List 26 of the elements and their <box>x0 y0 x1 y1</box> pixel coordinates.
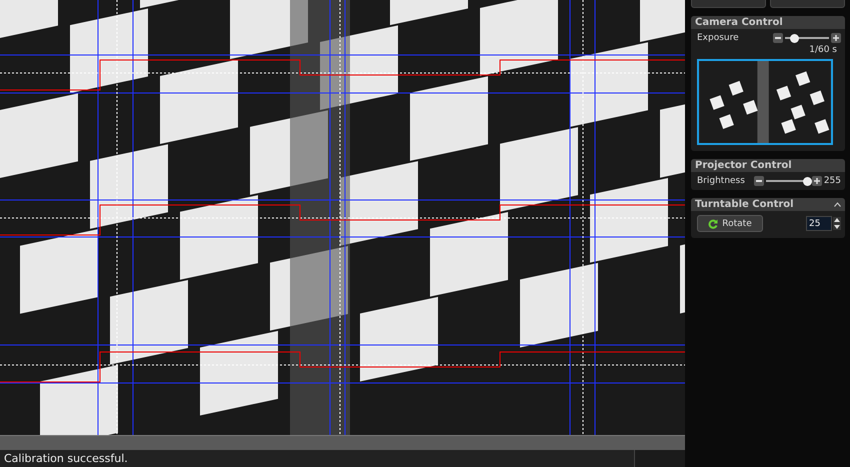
minus-icon <box>756 180 762 182</box>
slider-thumb[interactable] <box>802 176 812 186</box>
increase-button[interactable] <box>831 33 841 43</box>
status-message: Calibration successful. <box>0 450 635 467</box>
panel-title: Camera Control <box>695 17 783 28</box>
plus-icon <box>814 178 820 184</box>
rotate-icon <box>708 218 718 228</box>
spin-arrows-icon <box>833 217 841 230</box>
decrease-button[interactable] <box>754 176 764 186</box>
steps-field[interactable]: 25 <box>806 216 832 231</box>
minus-icon <box>775 37 781 39</box>
panel-title: Projector Control <box>695 160 792 171</box>
panel-title: Turntable Control <box>695 199 794 210</box>
exposure-reading: 1/60 s <box>809 45 837 55</box>
camera-thumbnail-drawing[interactable] <box>697 59 833 145</box>
chevron-up-icon[interactable] <box>834 202 841 207</box>
rotate-button[interactable]: Rotate <box>697 215 763 232</box>
horizontal-scrollbar[interactable] <box>0 435 685 450</box>
increase-button[interactable] <box>812 176 822 186</box>
slider-thumb[interactable] <box>790 34 799 42</box>
plus-icon <box>833 35 839 41</box>
status-bar-panel <box>635 450 685 467</box>
exposure-label: Exposure <box>697 33 739 43</box>
decrease-button[interactable] <box>773 33 783 43</box>
brightness-label: Brightness <box>697 176 745 186</box>
brightness-reading: 255 <box>824 176 841 186</box>
